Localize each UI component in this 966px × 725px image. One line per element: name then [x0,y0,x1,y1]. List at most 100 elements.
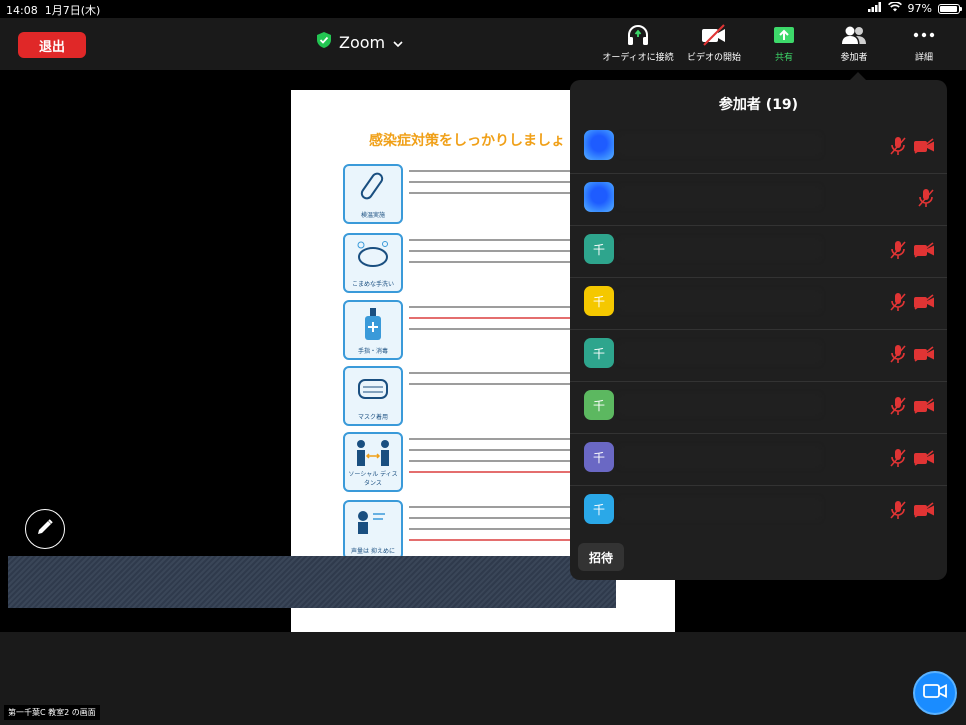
leave-button[interactable]: 退出 [18,32,86,58]
participant-row[interactable] [570,122,947,174]
share-screen-icon [773,24,795,46]
participant-status [889,448,935,472]
participant-name [620,343,820,363]
participant-name [620,499,820,519]
mic-muted-icon [917,188,935,212]
shield-icon [317,32,331,52]
participant-row[interactable]: 千 [570,330,947,382]
video-off-icon [913,398,935,418]
handwash-icon: こまめな手洗い [343,233,403,293]
bottom-bar [0,632,966,725]
participant-name [620,135,820,155]
participants-icon [841,24,867,46]
meeting-toolbar: 退出 Zoom オーディオに接続 ビデオの開始 共有 参加者 詳細 [0,18,966,70]
participant-row[interactable]: 千 [570,434,947,486]
avatar: 千 [584,234,614,264]
participant-status [917,188,935,212]
redacted-overlay [8,556,616,608]
video-off-icon [913,138,935,158]
battery-percent: 97% [907,2,932,15]
document-title: 感染症対策をしっかりしましょ [369,133,565,149]
icon-caption: ソーシャル ディスタンス [348,471,398,487]
participant-row[interactable] [570,174,947,226]
participant-row[interactable]: 千 [570,382,947,434]
viewing-screen-label: 第一千葉C 教室2 の画面 [4,705,100,720]
icon-caption: こまめな手洗い [351,281,394,288]
video-off-icon [913,294,935,314]
avatar: 千 [584,494,614,524]
participant-status [889,292,935,316]
participant-row[interactable]: 千 [570,278,947,330]
start-video-button[interactable]: ビデオの開始 [676,24,752,63]
wifi-icon [887,1,902,15]
mic-muted-icon [889,448,907,472]
icon-caption: 声量は 抑えめに [351,548,395,555]
participant-status [889,500,935,524]
participants-list: 千千千千千千 [570,122,947,538]
battery-icon [938,3,962,14]
participants-button[interactable]: 参加者 [816,24,892,63]
video-off-icon [913,502,935,522]
share-label: 共有 [774,53,793,63]
participant-row[interactable]: 千 [570,486,947,538]
more-button[interactable]: 詳細 [892,24,956,63]
mic-muted-icon [889,500,907,524]
status-right: 97% [867,1,962,15]
toolbar-actions: オーディオに接続 ビデオの開始 共有 参加者 詳細 [600,24,956,63]
participant-status [889,240,935,264]
headphones-icon [626,24,650,46]
chevron-down-icon [393,33,403,52]
participants-label: 参加者 [840,53,868,63]
avatar: 千 [584,286,614,316]
participant-status [889,136,935,160]
participant-name [620,239,820,259]
participant-name [620,395,820,415]
icon-caption: マスク着用 [357,414,388,421]
speaking-icon: 声量は 抑えめに [343,500,403,560]
more-label: 詳細 [914,53,933,63]
mic-muted-icon [889,136,907,160]
thermometer-icon: 検温実施 [343,164,403,224]
icon-caption: 手指・消毒 [357,348,388,355]
mic-muted-icon [889,292,907,316]
icon-caption: 検温実施 [360,212,385,219]
invite-button[interactable]: 招待 [578,543,624,571]
camera-icon [923,683,947,703]
video-off-icon [701,24,727,46]
status-time: 14:08 1月7日(木) [6,4,101,17]
start-video-label: ビデオの開始 [686,53,741,63]
sanitizer-icon: 手指・消毒 [343,300,403,360]
participant-name [620,187,820,207]
share-button[interactable]: 共有 [752,24,816,63]
annotate-button[interactable] [25,509,65,549]
participant-status [889,396,935,420]
participants-panel: 参加者 (19) 千千千千千千 招待 [570,72,947,580]
social-distance-icon: ソーシャル ディスタンス [343,432,403,492]
video-off-icon [913,450,935,470]
mask-icon: マスク着用 [343,366,403,426]
audio-connect-button[interactable]: オーディオに接続 [600,24,676,63]
avatar: 千 [584,442,614,472]
participants-title: 参加者 (19) [718,97,799,113]
more-icon [913,24,935,46]
mic-muted-icon [889,344,907,368]
meeting-title: Zoom [339,32,386,52]
video-toggle-button[interactable] [913,671,957,715]
participant-status [889,344,935,368]
avatar: 千 [584,390,614,420]
participant-name [620,291,820,311]
status-bar: 14:08 1月7日(木) 97% [0,0,966,18]
pencil-icon [36,518,54,540]
video-off-icon [913,242,935,262]
cellular-icon [867,2,882,15]
avatar [584,182,614,212]
avatar: 千 [584,338,614,368]
participant-row[interactable]: 千 [570,226,947,278]
video-off-icon [913,346,935,366]
avatar [584,130,614,160]
audio-connect-label: オーディオに接続 [602,53,674,63]
participant-name [620,447,820,467]
meeting-info[interactable]: Zoom [317,32,403,52]
mic-muted-icon [889,240,907,264]
mic-muted-icon [889,396,907,420]
